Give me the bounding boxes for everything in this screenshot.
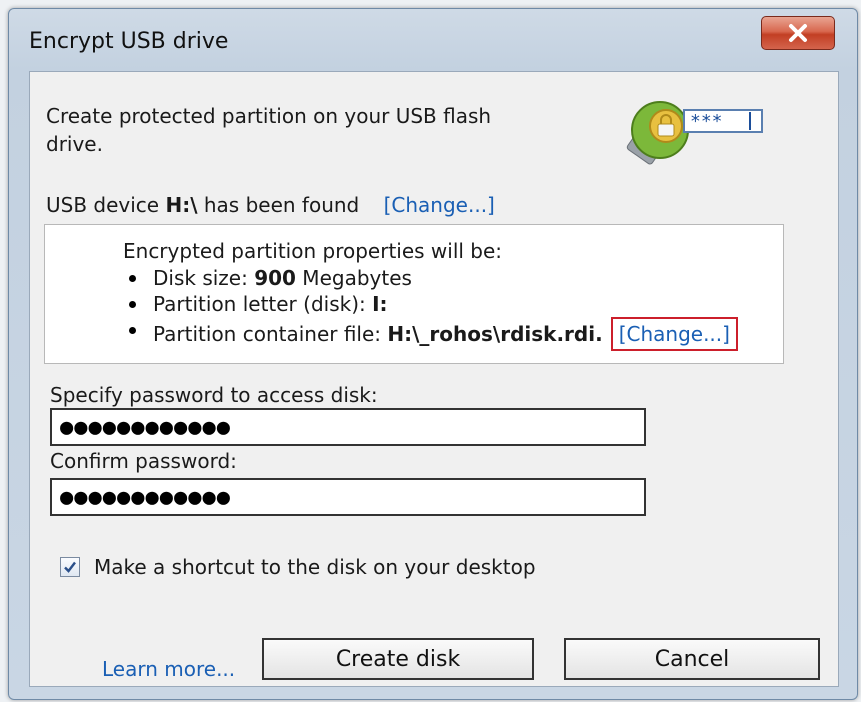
encrypt-usb-dialog: Encrypt USB drive Create protected parti… bbox=[8, 8, 858, 700]
partition-letter-item: Partition letter (disk): I: bbox=[123, 291, 738, 317]
intro-line-1: Create protected partition on your USB f… bbox=[46, 104, 492, 128]
create-disk-button[interactable]: Create disk bbox=[262, 638, 534, 680]
device-drive: H:\ bbox=[165, 193, 198, 217]
properties-list: Disk size: 900 Megabytes Partition lette… bbox=[123, 265, 738, 351]
confirm-password-label: Confirm password: bbox=[50, 449, 237, 473]
disk-size-label: Disk size: bbox=[153, 266, 255, 290]
checkmark-icon bbox=[64, 561, 76, 573]
password-input[interactable]: ●●●●●●●●●●●● bbox=[50, 408, 646, 446]
container-file-label: Partition container file: bbox=[153, 322, 388, 346]
container-file-item: Partition container file: H:\_rohos\rdis… bbox=[123, 317, 738, 351]
device-found-line: USB device H:\ has been found [Change...… bbox=[46, 193, 495, 217]
properties-heading: Encrypted partition properties will be: bbox=[123, 239, 503, 263]
learn-more-link[interactable]: Learn more... bbox=[102, 657, 235, 681]
close-button[interactable] bbox=[761, 16, 835, 50]
disk-size-item: Disk size: 900 Megabytes bbox=[123, 265, 738, 291]
svg-text:***: *** bbox=[690, 111, 723, 132]
change-container-link[interactable]: [Change...] bbox=[610, 317, 738, 351]
shortcut-label: Make a shortcut to the disk on your desk… bbox=[94, 555, 536, 579]
intro-line-2: drive. bbox=[46, 132, 103, 156]
shortcut-option[interactable]: Make a shortcut to the disk on your desk… bbox=[60, 555, 536, 579]
usb-lock-password-icon: *** bbox=[618, 92, 788, 172]
window-title: Encrypt USB drive bbox=[29, 29, 229, 54]
close-icon bbox=[789, 24, 807, 42]
title-bar[interactable]: Encrypt USB drive bbox=[9, 9, 857, 71]
device-suffix: has been found bbox=[197, 193, 360, 217]
dialog-content: Create protected partition on your USB f… bbox=[29, 71, 839, 687]
container-file-value: H:\_rohos\rdisk.rdi. bbox=[387, 322, 603, 346]
partition-letter-label: Partition letter (disk): bbox=[153, 292, 373, 316]
partition-properties-box: Encrypted partition properties will be: … bbox=[44, 224, 784, 364]
password-label: Specify password to access disk: bbox=[50, 383, 378, 407]
shortcut-checkbox[interactable] bbox=[60, 557, 80, 577]
device-prefix: USB device bbox=[46, 193, 166, 217]
disk-size-unit: Megabytes bbox=[295, 266, 412, 290]
change-device-link[interactable]: [Change...] bbox=[384, 193, 495, 217]
cancel-button[interactable]: Cancel bbox=[564, 638, 820, 680]
confirm-password-input[interactable]: ●●●●●●●●●●●● bbox=[50, 478, 646, 516]
partition-letter-value: I: bbox=[372, 292, 388, 316]
intro-text: Create protected partition on your USB f… bbox=[46, 102, 566, 158]
disk-size-value: 900 bbox=[254, 266, 296, 290]
